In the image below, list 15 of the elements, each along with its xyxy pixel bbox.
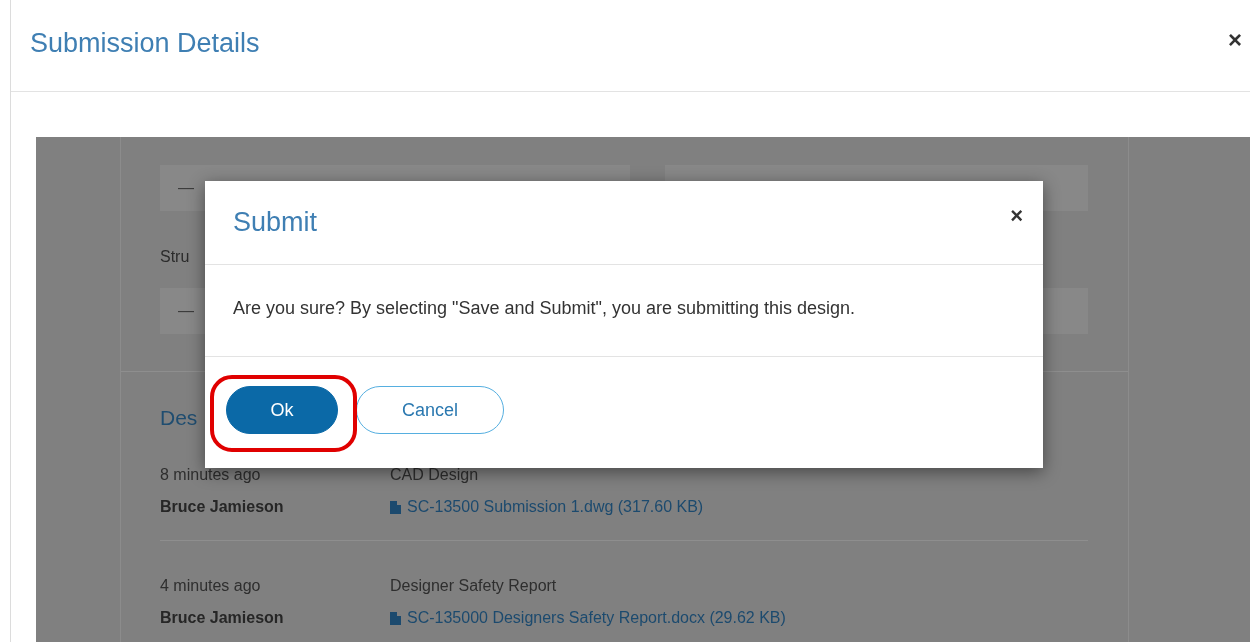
document-type: CAD Design [390, 466, 480, 484]
file-icon [390, 500, 401, 514]
close-button[interactable]: × [1006, 204, 1027, 227]
history-time: 8 minutes ago [160, 466, 262, 484]
document-type: Designer Safety Report [390, 577, 558, 595]
section-heading: Des [160, 406, 198, 430]
history-time: 4 minutes ago [160, 577, 262, 595]
history-user: Bruce Jamieson [160, 498, 285, 516]
history-user: Bruce Jamieson [160, 609, 285, 627]
field-label: Stru [160, 248, 191, 266]
close-button[interactable]: × [1224, 27, 1246, 52]
file-icon [390, 611, 401, 625]
cancel-button[interactable]: Cancel [356, 386, 504, 434]
ok-button[interactable]: Ok [226, 386, 338, 434]
modal-title: Submission Details [30, 28, 260, 59]
